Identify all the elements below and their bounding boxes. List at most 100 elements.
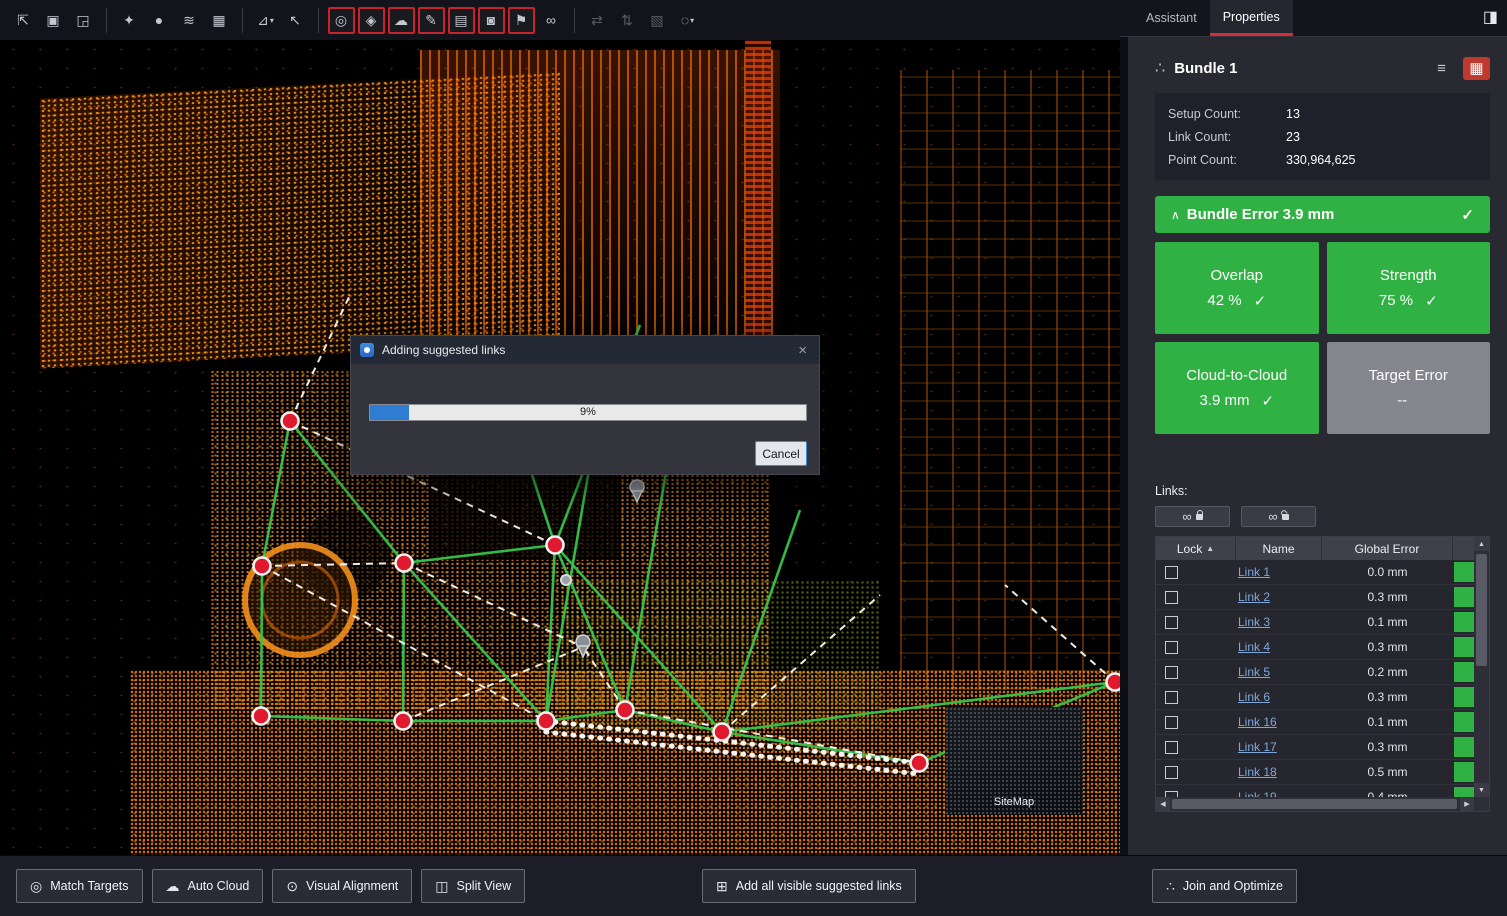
panel-layout-icon[interactable]: ◨ xyxy=(1483,7,1498,27)
link-status-indicator xyxy=(1453,560,1474,584)
link-tool-icon[interactable]: ∞ xyxy=(538,7,565,34)
tab-properties[interactable]: Properties xyxy=(1210,0,1293,36)
Link 6[interactable]: Link 6 0.3 mm xyxy=(1156,685,1474,710)
link-name[interactable]: Link 16 xyxy=(1236,715,1277,729)
dialog-titlebar[interactable]: Adding suggested links × xyxy=(351,336,819,364)
scroll-down-icon[interactable]: ▼ xyxy=(1474,783,1489,797)
toolbar-separator xyxy=(574,8,575,33)
list-view-button[interactable]: ≡ xyxy=(1428,57,1455,80)
station-node[interactable] xyxy=(253,708,270,725)
header-name[interactable]: Name xyxy=(1236,537,1322,560)
Link 18[interactable]: Link 18 0.5 mm xyxy=(1156,760,1474,785)
link-name[interactable]: Link 17 xyxy=(1236,740,1277,754)
selection-mode-icon[interactable]: ◌▾ xyxy=(674,7,701,34)
scroll-right-icon[interactable]: ▶ xyxy=(1460,797,1474,811)
bundle-error-button[interactable]: ∧ Bundle Error 3.9 mm ✓ xyxy=(1155,196,1490,233)
pick-tool-icon[interactable]: ↖ xyxy=(282,7,309,34)
link-name[interactable]: Link 2 xyxy=(1236,590,1270,604)
unlock-links-button[interactable]: ∞ xyxy=(1241,506,1316,527)
link-name[interactable]: Link 5 xyxy=(1236,665,1270,679)
target-tool-icon[interactable]: ◎ xyxy=(328,7,355,34)
Link 3[interactable]: Link 3 0.1 mm xyxy=(1156,610,1474,635)
station-node[interactable] xyxy=(538,713,555,730)
sphere-target-icon[interactable]: ● xyxy=(146,7,173,34)
vertical-scrollbar[interactable]: ▲ ▼ xyxy=(1474,537,1489,797)
paste-view-icon[interactable]: ⇱ xyxy=(10,7,37,34)
scroll-up-icon[interactable]: ▲ xyxy=(1474,537,1489,551)
station-node[interactable] xyxy=(617,702,634,719)
join-and-optimize-button[interactable]: ∴ Join and Optimize xyxy=(1152,869,1297,903)
link-lock-checkbox[interactable] xyxy=(1165,566,1178,579)
sitemap-thumbnail[interactable]: SiteMap xyxy=(945,707,1083,815)
Link 16[interactable]: Link 16 0.1 mm xyxy=(1156,710,1474,735)
add-all-suggested-links-button[interactable]: ⊞ Add all visible suggested links xyxy=(702,869,916,903)
link-lock-checkbox[interactable] xyxy=(1165,741,1178,754)
target-error-tile[interactable]: Target Error -- xyxy=(1327,342,1491,434)
link-lock-checkbox[interactable] xyxy=(1165,616,1178,629)
lock-links-button[interactable]: ∞ xyxy=(1155,506,1230,527)
link-lock-checkbox[interactable] xyxy=(1165,691,1178,704)
copy-view-icon[interactable]: ▣ xyxy=(40,7,67,34)
station-node[interactable] xyxy=(282,413,299,430)
annotate-tool-icon[interactable]: ✎ xyxy=(418,7,445,34)
scrollbar-thumb[interactable] xyxy=(1476,554,1487,666)
station-node[interactable] xyxy=(254,558,271,575)
header-global-error[interactable]: Global Error xyxy=(1322,537,1453,560)
Link 1[interactable]: Link 1 0.0 mm xyxy=(1156,560,1474,585)
link-lock-checkbox[interactable] xyxy=(1165,766,1178,779)
header-lock[interactable]: Lock ▲ xyxy=(1156,537,1236,560)
station-node[interactable] xyxy=(547,537,564,554)
link-lock-checkbox[interactable] xyxy=(1165,591,1178,604)
match-targets-button[interactable]: ◎ Match Targets xyxy=(16,869,143,903)
strength-tile[interactable]: Strength 75 % ✓ xyxy=(1327,242,1491,334)
Link 17[interactable]: Link 17 0.3 mm xyxy=(1156,735,1474,760)
station-pin[interactable] xyxy=(630,480,644,502)
station-network-icon[interactable]: ✦ xyxy=(116,7,143,34)
scroll-left-icon[interactable]: ◀ xyxy=(1156,797,1170,811)
link-name[interactable]: Link 4 xyxy=(1236,640,1270,654)
cloud-stack-icon[interactable]: ≋ xyxy=(176,7,203,34)
link-lock-checkbox[interactable] xyxy=(1165,716,1178,729)
cloud-to-cloud-tile[interactable]: Cloud-to-Cloud 3.9 mm ✓ xyxy=(1155,342,1319,434)
close-icon[interactable]: × xyxy=(795,343,810,358)
camera-tool-icon[interactable]: ◙ xyxy=(478,7,505,34)
station-node[interactable] xyxy=(911,755,928,772)
plane-target-icon[interactable]: ▦ xyxy=(206,7,233,34)
stat-link-count: Link Count: 23 xyxy=(1168,125,1477,148)
Link 5[interactable]: Link 5 0.2 mm xyxy=(1156,660,1474,685)
station-node[interactable] xyxy=(396,555,413,572)
grid-view-button[interactable]: ▦ xyxy=(1463,57,1490,80)
link-name[interactable]: Link 3 xyxy=(1236,615,1270,629)
measure-tool-icon[interactable]: ⊿▾ xyxy=(252,7,279,34)
3d-viewport[interactable]: SiteMap Adding suggested links × 9% Canc… xyxy=(0,40,1120,855)
tab-assistant[interactable]: Assistant xyxy=(1133,0,1210,36)
stat-setup-count: Setup Count: 13 xyxy=(1168,102,1477,125)
station-node[interactable] xyxy=(395,713,412,730)
station-node-unlinked[interactable] xyxy=(561,575,571,585)
Link 19[interactable]: Link 19 0.4 mm xyxy=(1156,785,1474,797)
Link 4[interactable]: Link 4 0.3 mm xyxy=(1156,635,1474,660)
auto-cloud-button[interactable]: ☁ Auto Cloud xyxy=(152,869,264,903)
cloud-tool-icon[interactable]: ☁ xyxy=(388,7,415,34)
app-window: ⇱ ▣ ◲ ✦ ● ≋ xyxy=(0,0,1507,916)
zoom-window-icon[interactable]: ◲ xyxy=(70,7,97,34)
link-name[interactable]: Link 18 xyxy=(1236,765,1277,779)
link-global-error: 0.2 mm xyxy=(1322,665,1453,679)
tag-tool-icon[interactable]: ◈ xyxy=(358,7,385,34)
station-node[interactable] xyxy=(1107,674,1121,691)
link-name[interactable]: Link 1 xyxy=(1236,565,1270,579)
link-lock-checkbox[interactable] xyxy=(1165,641,1178,654)
overlap-tile[interactable]: Overlap 42 % ✓ xyxy=(1155,242,1319,334)
visual-alignment-button[interactable]: ⊙ Visual Alignment xyxy=(272,869,412,903)
cancel-button[interactable]: Cancel xyxy=(755,441,807,466)
scrollbar-thumb[interactable] xyxy=(1172,799,1457,809)
link-name[interactable]: Link 6 xyxy=(1236,690,1270,704)
link-lock-checkbox[interactable] xyxy=(1165,666,1178,679)
horizontal-scrollbar[interactable]: ◀ ▶ xyxy=(1156,797,1474,811)
Link 2[interactable]: Link 2 0.3 mm xyxy=(1156,585,1474,610)
split-view-button[interactable]: ◫ Split View xyxy=(421,869,525,903)
station-node[interactable] xyxy=(714,724,731,741)
geotag-tool-icon[interactable]: ⚑ xyxy=(508,7,535,34)
link-name[interactable]: Link 19 xyxy=(1236,790,1277,797)
image-tool-icon[interactable]: ▤ xyxy=(448,7,475,34)
